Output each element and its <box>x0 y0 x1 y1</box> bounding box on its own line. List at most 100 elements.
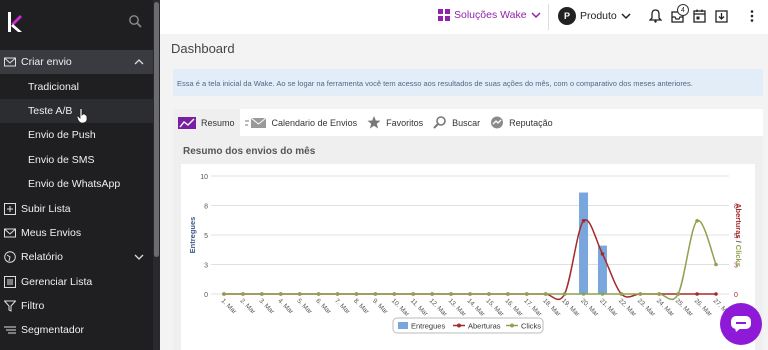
x-tick-label: 23. Mar <box>636 297 657 318</box>
point-clicks <box>676 292 680 296</box>
divider <box>548 4 549 30</box>
x-tick-label: 1. Mar <box>220 297 239 316</box>
wake-logo-icon[interactable] <box>8 12 22 32</box>
sidebar-item-envio-whatsapp[interactable]: Envio de WhatsApp <box>0 172 153 196</box>
x-tick-label: 20. Mar <box>579 297 600 318</box>
sidebar-item-label: Envio de Push <box>28 129 96 142</box>
tab-favoritos[interactable]: Favoritos <box>362 109 428 136</box>
point-clicks <box>657 292 662 296</box>
bell-icon[interactable] <box>649 9 662 23</box>
dashboard-tabs: Resumo Calendario de Envios Favoritos Bu… <box>173 109 763 136</box>
sidebar-item-label: Gerenciar Lista <box>21 275 93 288</box>
x-tick-label: 24. Mar <box>655 297 676 318</box>
top-bar: Soluções Wake P Produto 4 <box>160 0 768 34</box>
x-tick-label: 14. Mar <box>466 297 487 318</box>
chevron-down-icon <box>621 13 631 20</box>
trend-icon <box>178 116 196 129</box>
download-box-icon[interactable] <box>715 9 728 23</box>
sidebar-item-subir-lista[interactable]: Subir Lista <box>0 196 153 220</box>
x-tick-label: 7. Mar <box>333 297 352 316</box>
bar-entregues <box>579 192 589 294</box>
y-right-tick-label: 0 <box>734 292 738 299</box>
upload-box-icon <box>4 202 16 215</box>
search-icon[interactable] <box>128 14 142 28</box>
calendar-icon[interactable] <box>693 9 706 23</box>
x-tick-label: 21. Mar <box>598 297 619 318</box>
scrollbar-thumb[interactable] <box>154 2 159 257</box>
chat-button[interactable] <box>720 303 762 345</box>
x-tick-label: 26. Mar <box>693 297 714 318</box>
tab-label: Calendario de Envios <box>271 117 358 128</box>
search-icon <box>433 116 446 129</box>
tab-reputacao[interactable]: Reputação <box>485 109 558 136</box>
point-clicks <box>411 292 416 296</box>
avatar: P <box>558 7 576 25</box>
brand-selector[interactable]: Soluções Wake <box>438 9 541 21</box>
profile-label: Produto <box>580 10 617 22</box>
summary-card: Resumo dos envios do mês 10 8 5 3 0 8 5 3 0 Entre… <box>173 136 763 350</box>
tab-buscar[interactable]: Buscar <box>428 109 485 136</box>
point-clicks <box>619 292 624 296</box>
point-clicks <box>449 292 453 296</box>
chevron-down-icon <box>531 12 541 19</box>
page-title: Dashboard <box>171 41 235 56</box>
sidebar-item-gerenciar-lista[interactable]: Gerenciar Lista <box>0 270 153 294</box>
reputation-icon <box>491 116 504 129</box>
x-tick-label: 11. Mar <box>409 297 430 318</box>
globe-icon <box>4 251 16 264</box>
sidebar-item-filtro[interactable]: Filtro <box>0 294 153 318</box>
sidebar-item-relatorio[interactable]: Relatório <box>0 245 153 269</box>
sidebar-item-label: Criar envio <box>21 56 72 69</box>
tab-resumo[interactable]: Resumo <box>173 109 240 136</box>
line-clicks <box>224 220 717 301</box>
sidebar-item-label: Filtro <box>21 300 45 313</box>
point-clicks <box>278 292 283 296</box>
tab-calendario[interactable]: Calendario de Envios <box>240 109 363 136</box>
sidebar-scrollbar[interactable] <box>153 0 160 350</box>
point-clicks <box>373 292 378 296</box>
chat-icon <box>731 316 751 332</box>
sidebar: Criar envio Tradicional Teste A/B Envio … <box>0 0 160 350</box>
sidebar-item-label: Envio de SMS <box>28 153 95 166</box>
point-clicks <box>600 292 605 296</box>
sidebar-item-envio-push[interactable]: Envio de Push <box>0 123 153 147</box>
mail-send-icon <box>244 117 266 128</box>
x-tick-label: 8. Mar <box>352 297 371 316</box>
sidebar-item-criar-envio[interactable]: Criar envio <box>0 50 153 75</box>
x-tick-label: 9. Mar <box>371 297 390 316</box>
x-tick-label: 6. Mar <box>314 297 333 316</box>
sidebar-item-label: Tradicional <box>28 80 79 93</box>
point-clicks <box>524 292 529 296</box>
legend-swatch-entregues <box>398 322 408 329</box>
legend-label: Entregues <box>411 322 445 331</box>
sidebar-item-segmentador[interactable]: Segmentador <box>0 318 153 342</box>
list-icon <box>4 275 16 288</box>
chevron-down-icon <box>134 254 144 261</box>
y-left-tick-label: 3 <box>204 263 208 270</box>
sidebar-item-label: Teste A/B <box>28 104 73 117</box>
sidebar-item-label: Relatório <box>21 251 64 264</box>
sidebar-item-envio-sms[interactable]: Envio de SMS <box>0 148 153 172</box>
sidebar-item-tradicional[interactable]: Tradicional <box>0 74 153 98</box>
point-clicks <box>260 292 264 296</box>
point-aberturas <box>600 252 605 256</box>
x-tick-label: 3. Mar <box>257 297 276 316</box>
point-clicks <box>392 292 397 296</box>
point-clicks <box>487 292 491 296</box>
profile-selector[interactable]: P Produto <box>558 7 631 25</box>
x-tick-label: 25. Mar <box>674 297 695 318</box>
point-clicks <box>316 292 321 296</box>
point-aberturas <box>714 292 718 296</box>
x-tick-label: 13. Mar <box>447 297 468 318</box>
filter-icon <box>4 300 16 312</box>
y-axis-title-left: Entregues <box>188 217 197 254</box>
sidebar-header <box>0 0 160 44</box>
point-aberturas <box>695 292 699 296</box>
sidebar-item-meus-envios[interactable]: Meus Envios <box>0 221 153 245</box>
legend-label: Aberturas <box>468 322 501 331</box>
x-tick-label: 4. Mar <box>276 297 295 316</box>
notification-badge: 4 <box>677 4 689 16</box>
legend-marker-aberturas <box>457 323 461 328</box>
point-clicks <box>581 292 586 296</box>
more-vert-icon[interactable] <box>749 9 755 23</box>
